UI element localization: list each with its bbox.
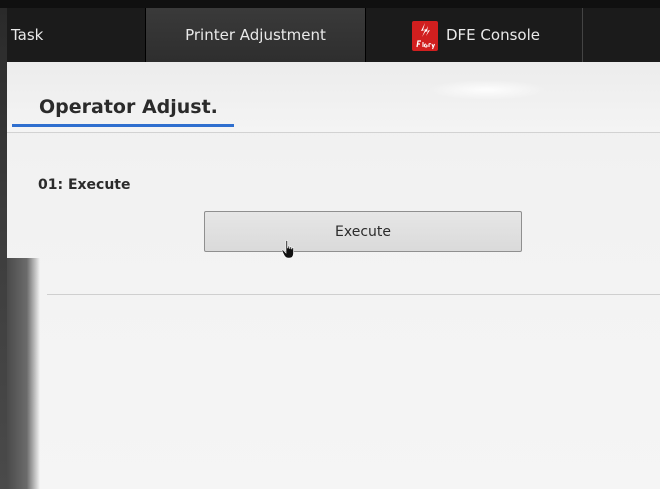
tab-task-label: Task — [11, 26, 44, 44]
section-title: Operator Adjust. — [39, 96, 218, 118]
screen-glare — [427, 80, 547, 100]
screen-bezel-left — [0, 8, 7, 489]
tab-dfe-console[interactable]: DFE Console — [366, 8, 583, 62]
tab-printer-adjustment-label: Printer Adjustment — [185, 26, 326, 44]
hand-cursor-icon — [281, 240, 294, 259]
screen-bezel-shadow — [7, 258, 40, 489]
section-title-underline — [12, 124, 234, 127]
screen: Task Printer Adjustment DFE Console Oper… — [0, 0, 660, 489]
top-tab-bar: Task Printer Adjustment DFE Console — [7, 8, 660, 62]
item-label-execute: 01: Execute — [38, 177, 131, 193]
tab-printer-adjustment[interactable]: Printer Adjustment — [145, 8, 366, 62]
section-header: Operator Adjust. — [7, 62, 660, 133]
section-divider — [47, 294, 660, 295]
execute-button[interactable]: Execute — [204, 211, 522, 252]
screen-bezel-top — [0, 0, 660, 8]
tab-bar-spacer — [583, 8, 660, 62]
main-content: Operator Adjust. 01: Execute Execute — [7, 62, 660, 489]
tab-dfe-console-label: DFE Console — [446, 26, 540, 44]
fiery-logo-icon — [412, 21, 438, 51]
tab-task[interactable]: Task — [7, 8, 145, 62]
execute-button-label: Execute — [335, 223, 391, 240]
